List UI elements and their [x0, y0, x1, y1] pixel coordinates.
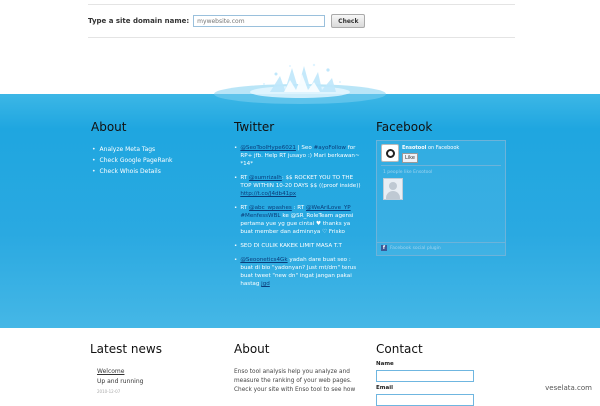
- contact-email-input[interactable]: [376, 394, 474, 406]
- about-bottom-text: Enso tool analysis help you analyze and …: [234, 369, 356, 393]
- news-item-summary: Up and running: [97, 378, 144, 385]
- tweet-url-link[interactable]: http://t.co/J4db41px: [240, 191, 296, 197]
- tweet-text: RT: [240, 175, 249, 181]
- form-divider: [88, 37, 515, 38]
- tweet-hashtag-link[interactable]: #MenfessWBL: [240, 213, 280, 219]
- tweet-item: • @SeoToolHype6021 | Seo #ayoFollow for …: [234, 145, 360, 167]
- about-link-whois[interactable]: Check Whois Details: [92, 166, 173, 177]
- tweet-text: RT: [240, 205, 249, 211]
- latest-news-title: Latest news: [90, 342, 162, 356]
- facebook-plugin-label[interactable]: Facebook social plugin: [390, 246, 441, 251]
- contact-email-label: Email: [376, 385, 393, 391]
- facebook-people-count: 1 people like Ensotool: [383, 170, 433, 175]
- domain-input[interactable]: [193, 15, 326, 27]
- facebook-title: Facebook: [376, 120, 433, 134]
- facebook-footer: f Facebook social plugin: [381, 245, 441, 251]
- tweet-text: SEO DI CULIK KAKEK LIMIT MASA T.T: [240, 243, 342, 249]
- tweet-item: • @Seoonetics4Gk yadah dare buat seo : b…: [234, 257, 357, 287]
- facebook-page-link[interactable]: Ensotool: [402, 145, 426, 151]
- tweet-user-link[interactable]: @sumrizalh: [249, 175, 282, 181]
- news-item-link[interactable]: Welcome: [97, 368, 124, 375]
- tweet-hashtag-link[interactable]: #ayoFollow: [314, 145, 346, 151]
- about-links: Analyze Meta Tags Check Google PageRank …: [92, 144, 173, 177]
- tweet-text: : RT: [291, 205, 306, 211]
- contact-title: Contact: [376, 342, 423, 356]
- water-splash-image: [214, 63, 386, 104]
- check-button[interactable]: Check: [331, 14, 366, 28]
- about-link-pagerank[interactable]: Check Google PageRank: [92, 155, 173, 166]
- twitter-title: Twitter: [234, 120, 275, 134]
- about-link-meta-tags[interactable]: Analyze Meta Tags: [92, 144, 173, 155]
- facebook-footer-divider: [377, 242, 505, 243]
- facebook-divider: [381, 165, 501, 166]
- facebook-like-button[interactable]: Like: [402, 153, 418, 163]
- fan-avatar-icon[interactable]: [383, 178, 403, 200]
- tweet-item: • SEO DI CULIK KAKEK LIMIT MASA T.T: [234, 243, 342, 249]
- facebook-f-icon: f: [381, 245, 387, 251]
- contact-name-input[interactable]: [376, 370, 474, 382]
- tweet-url-link[interactable]: jgd: [261, 281, 270, 287]
- tweet-item: • RT @sumrizalh: $$ ROCKET YOU TO THE TO…: [234, 175, 361, 197]
- tweet-user-link[interactable]: @WeAriLove_YP: [306, 205, 351, 211]
- facebook-like-box: Ensotool on Facebook Like 1 people like …: [376, 140, 506, 256]
- tweet-user-link[interactable]: @Seoonetics4Gk: [240, 257, 287, 263]
- watermark: veselata.com: [545, 384, 592, 392]
- about-title: About: [91, 120, 127, 134]
- tweet-text: | Seo: [295, 145, 314, 151]
- tweet-user-link[interactable]: @SeoToolHype6021: [240, 145, 296, 151]
- domain-check-form: Type a site domain name: Check: [88, 13, 366, 29]
- facebook-on-text: on Facebook: [426, 145, 460, 151]
- tweet-user-link[interactable]: @abc_wpashes: [249, 205, 292, 211]
- news-item-date: 2010-12-07: [97, 389, 121, 394]
- top-divider: [88, 4, 515, 5]
- tweet-item: • RT @abc_wpashes : RT @WeAriLove_YP #Me…: [234, 205, 354, 235]
- ensotool-logo-icon[interactable]: [381, 144, 399, 162]
- domain-label: Type a site domain name:: [88, 17, 190, 25]
- facebook-page-name: Ensotool on Facebook: [402, 145, 459, 151]
- tweet-list: • @SeoToolHype6021 | Seo #ayoFollow for …: [234, 144, 362, 294]
- about-bottom-title: About: [234, 342, 270, 356]
- contact-name-label: Name: [376, 361, 394, 367]
